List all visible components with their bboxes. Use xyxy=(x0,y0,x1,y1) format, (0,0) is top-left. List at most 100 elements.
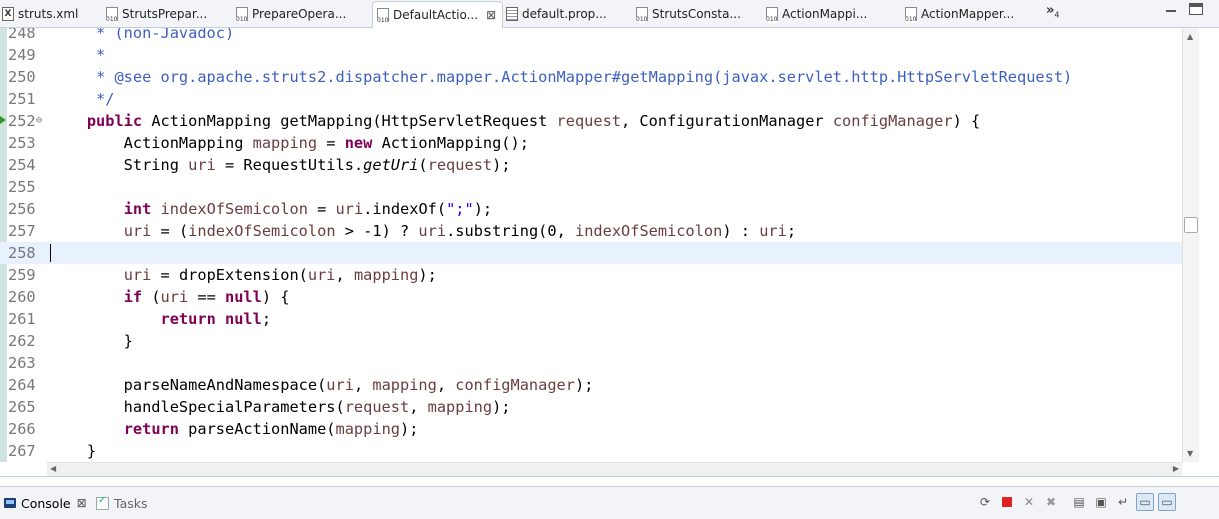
scroll-right-icon[interactable]: ▶ xyxy=(1173,464,1179,473)
remove-all-terminated-icon[interactable]: ✖ xyxy=(1042,493,1060,511)
line-number: 251 xyxy=(8,90,36,108)
code-text: handleSpecialParameters(request, mapping… xyxy=(50,398,511,416)
code-line[interactable]: 264 parseNameAndNamespace(uri, mapping, … xyxy=(0,374,1182,396)
tab-label: ActionMappi... xyxy=(782,7,868,21)
line-number: 254 xyxy=(8,156,36,174)
horizontal-scrollbar[interactable]: ◀ ▶ xyxy=(47,462,1182,477)
code-line[interactable]: 251 */ xyxy=(0,88,1182,110)
overview-ruler xyxy=(1199,28,1219,462)
code-text: return null; xyxy=(160,310,272,328)
tab-tasks[interactable]: Tasks xyxy=(96,494,148,512)
console-toolbar: ⟳ ✕ ✖ ▤ ▣ ↵ ▭ ▭ xyxy=(976,492,1180,512)
code-line[interactable]: 250 * @see org.apache.struts2.dispatcher… xyxy=(0,66,1182,88)
line-number: 258 xyxy=(8,244,36,262)
tab-label: DefaultActio... xyxy=(393,8,479,22)
code-lines: 248 * (non-Javadoc) 249 * 250 * @see org.a… xyxy=(0,28,1182,462)
tab-prepareopera[interactable]: PrepareOpera... xyxy=(236,2,346,26)
close-icon[interactable]: ⊠ xyxy=(486,8,496,22)
code-line[interactable]: 249 * xyxy=(0,44,1182,66)
scroll-lock-icon[interactable]: ▣ xyxy=(1092,493,1110,511)
scroll-down-icon[interactable]: ▼ xyxy=(1187,449,1193,458)
tab-label: ActionMapper... xyxy=(921,7,1015,21)
code-editor[interactable]: 248 * (non-Javadoc) 249 * 250 * @see org.a… xyxy=(0,28,1182,462)
line-number: 256 xyxy=(8,200,36,218)
tab-label: StrutsConsta... xyxy=(652,7,741,21)
code-line[interactable]: 252 ⊖ public ActionMapping getMapping(Htt… xyxy=(0,110,1182,132)
code-line[interactable]: 257 uri = (indexOfSemicolon > -1) ? uri.… xyxy=(0,220,1182,242)
panel-divider[interactable] xyxy=(0,476,1219,477)
show-console-on-error-icon[interactable]: ▭ xyxy=(1158,493,1176,511)
code-line[interactable]: 255 xyxy=(0,176,1182,198)
line-number: 259 xyxy=(8,266,36,284)
code-text: * @see org.apache.struts2.dispatcher.map… xyxy=(50,68,1073,86)
line-number: 265 xyxy=(8,398,36,416)
minimize-icon[interactable] xyxy=(1164,3,1178,15)
code-text: * (non-Javadoc) xyxy=(50,28,235,42)
line-number: 253 xyxy=(8,134,36,152)
class-file-icon xyxy=(377,8,389,24)
code-text: */ xyxy=(50,90,115,108)
line-number: 262 xyxy=(8,332,36,350)
editor-tab-bar: X struts.xml StrutsPrepar... PrepareOper… xyxy=(0,0,1219,28)
code-line[interactable]: 263 xyxy=(0,352,1182,374)
clear-console-icon[interactable]: ▤ xyxy=(1070,493,1088,511)
code-line[interactable]: 265 handleSpecialParameters(request, map… xyxy=(0,396,1182,418)
tab-label: StrutsPrepar... xyxy=(122,7,208,21)
code-text: } xyxy=(50,442,97,460)
vertical-scrollbar[interactable]: ▲ ▼ xyxy=(1182,28,1200,462)
code-text: public ActionMapping getMapping(HttpServ… xyxy=(86,112,981,130)
tab-default-prop[interactable]: default.prop... xyxy=(506,2,607,26)
properties-file-icon xyxy=(506,7,518,21)
code-line[interactable]: 266 return parseActionName(mapping); xyxy=(0,418,1182,440)
maximize-icon[interactable] xyxy=(1189,3,1203,15)
terminate-icon[interactable] xyxy=(998,493,1016,511)
class-file-icon xyxy=(636,7,648,23)
tab-defaultactio[interactable]: DefaultActio... ⊠ xyxy=(372,1,504,28)
console-icon xyxy=(4,498,16,508)
tab-label: Console xyxy=(21,495,71,511)
code-line[interactable]: 254 String uri = RequestUtils.getUri(req… xyxy=(0,154,1182,176)
scrollbar-thumb[interactable] xyxy=(1184,217,1198,233)
overflow-count: 4 xyxy=(1054,10,1060,20)
tab-label: Tasks xyxy=(114,495,148,511)
tab-strutsprepar[interactable]: StrutsPrepar... xyxy=(106,2,207,26)
relaunch-icon[interactable]: ⟳ xyxy=(976,493,994,511)
fold-collapse-icon[interactable]: ⊖ xyxy=(36,110,42,132)
code-line[interactable]: 248 * (non-Javadoc) xyxy=(0,28,1182,44)
code-line[interactable]: 262 } xyxy=(0,330,1182,352)
code-line[interactable]: 259 uri = dropExtension(uri, mapping); xyxy=(0,264,1182,286)
code-text: uri = (indexOfSemicolon > -1) ? uri.subs… xyxy=(123,222,797,240)
code-line[interactable]: 256 int indexOfSemicolon = uri.indexOf("… xyxy=(0,198,1182,220)
line-number: 267 xyxy=(8,442,36,460)
show-console-on-output-icon[interactable]: ▭ xyxy=(1136,493,1154,511)
tab-strutsconsta[interactable]: StrutsConsta... xyxy=(636,2,741,26)
code-text: uri = dropExtension(uri, mapping); xyxy=(123,266,437,284)
code-line[interactable]: 253 ActionMapping mapping = new ActionMa… xyxy=(0,132,1182,154)
tab-overflow-button[interactable]: »4 xyxy=(1046,3,1060,20)
word-wrap-icon[interactable]: ↵ xyxy=(1114,493,1132,511)
class-file-icon xyxy=(766,7,778,23)
line-number: 260 xyxy=(8,288,36,306)
code-line[interactable]: 260 if (uri == null) { xyxy=(0,286,1182,308)
class-file-icon xyxy=(236,7,248,23)
line-number: 255 xyxy=(8,178,36,196)
tab-label: PrepareOpera... xyxy=(252,7,347,21)
console-tab-bar: Console ⊠ Tasks ⟳ ✕ ✖ ▤ ▣ ↵ ▭ ▭ xyxy=(0,486,1219,519)
text-caret xyxy=(50,244,51,262)
line-number: 249 xyxy=(8,46,36,64)
remove-launch-icon[interactable]: ✕ xyxy=(1020,493,1038,511)
scroll-up-icon[interactable]: ▲ xyxy=(1187,32,1193,41)
code-text: parseNameAndNamespace(uri, mapping, conf… xyxy=(50,376,594,394)
code-line[interactable]: 258 xyxy=(0,242,1182,264)
scroll-left-icon[interactable]: ◀ xyxy=(50,464,56,473)
override-marker-icon[interactable] xyxy=(0,114,8,127)
line-number: 257 xyxy=(8,222,36,240)
tab-struts-xml[interactable]: X struts.xml xyxy=(2,2,78,26)
tab-console[interactable]: Console ⊠ xyxy=(4,494,87,512)
close-icon[interactable]: ⊠ xyxy=(77,496,87,510)
code-line[interactable]: 261 return null; xyxy=(0,308,1182,330)
code-line[interactable]: 267 } xyxy=(0,440,1182,462)
tab-actionmapper[interactable]: ActionMapper... xyxy=(905,2,1014,26)
code-text: } xyxy=(50,332,133,350)
tab-actionmappi[interactable]: ActionMappi... xyxy=(766,2,867,26)
